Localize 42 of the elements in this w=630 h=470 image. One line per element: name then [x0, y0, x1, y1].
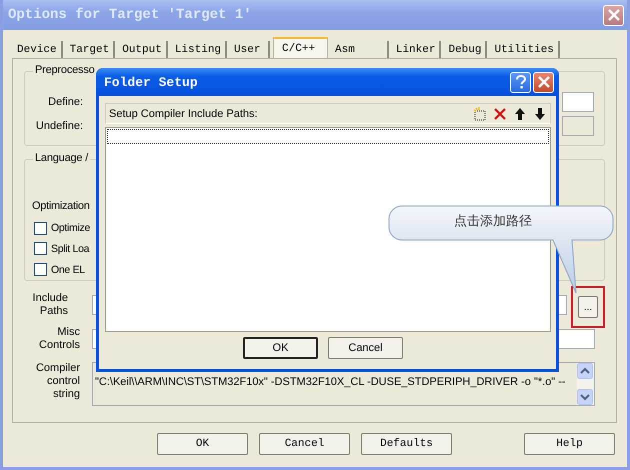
browse-button[interactable]: ...: [578, 296, 598, 318]
list-title: Setup Compiler Include Paths:: [109, 108, 259, 120]
input-field[interactable]: [562, 92, 594, 112]
dialog-button[interactable]: Defaults: [361, 433, 452, 455]
up-arrow-icon[interactable]: [512, 106, 528, 122]
checkbox[interactable]: [34, 242, 47, 256]
checkbox-label: One EL: [51, 264, 85, 276]
field-label: Misc Controls: [38, 326, 80, 352]
help-button[interactable]: [510, 72, 531, 92]
dialog-button[interactable]: Cancel: [259, 433, 350, 455]
empty-list-row[interactable]: [107, 129, 549, 144]
tab[interactable]: C/C++: [273, 37, 328, 58]
field-label: Define:: [47, 96, 84, 108]
dialog-button[interactable]: Cancel: [328, 337, 403, 359]
delete-icon[interactable]: [492, 106, 508, 122]
dialog-title: Folder Setup: [104, 74, 199, 90]
window-title: Options for Target 'Target 1': [8, 7, 253, 23]
close-button[interactable]: [603, 4, 624, 26]
group-title: Language /: [33, 152, 90, 164]
field-label: Include Paths: [32, 292, 68, 318]
close-icon: [538, 76, 550, 88]
group-title: Preprocesso: [33, 64, 97, 76]
optimization-label: Optimization: [32, 200, 91, 214]
callout-text: 点击添加路径: [454, 213, 532, 230]
dialog-button[interactable]: Help: [524, 433, 615, 455]
field-label: Compiler control string: [34, 362, 80, 402]
field-label: Undefine:: [34, 120, 84, 132]
new-folder-icon[interactable]: [472, 106, 488, 122]
checkbox[interactable]: [34, 263, 47, 276]
compiler-string: "C:\Keil\\ARM\INC\ST\STM32F10x" -DSTM32F10X_CL -DUSE_STDPERIPH_DRIVER -o "*.o" --: [94, 375, 567, 388]
scroll-down-icon[interactable]: [577, 389, 593, 405]
checkbox-label: Optimize: [51, 222, 90, 234]
scroll-up-icon[interactable]: [577, 363, 593, 379]
checkbox-label: Split Loa: [51, 242, 90, 255]
checkbox[interactable]: [34, 222, 47, 235]
dialog-button[interactable]: OK: [157, 433, 248, 455]
help-icon: [514, 75, 526, 89]
close-button[interactable]: [533, 72, 554, 92]
down-arrow-icon[interactable]: [532, 106, 548, 122]
dialog-button[interactable]: OK: [243, 337, 318, 359]
close-icon: [608, 9, 620, 21]
scroll-bar[interactable]: [577, 363, 594, 405]
